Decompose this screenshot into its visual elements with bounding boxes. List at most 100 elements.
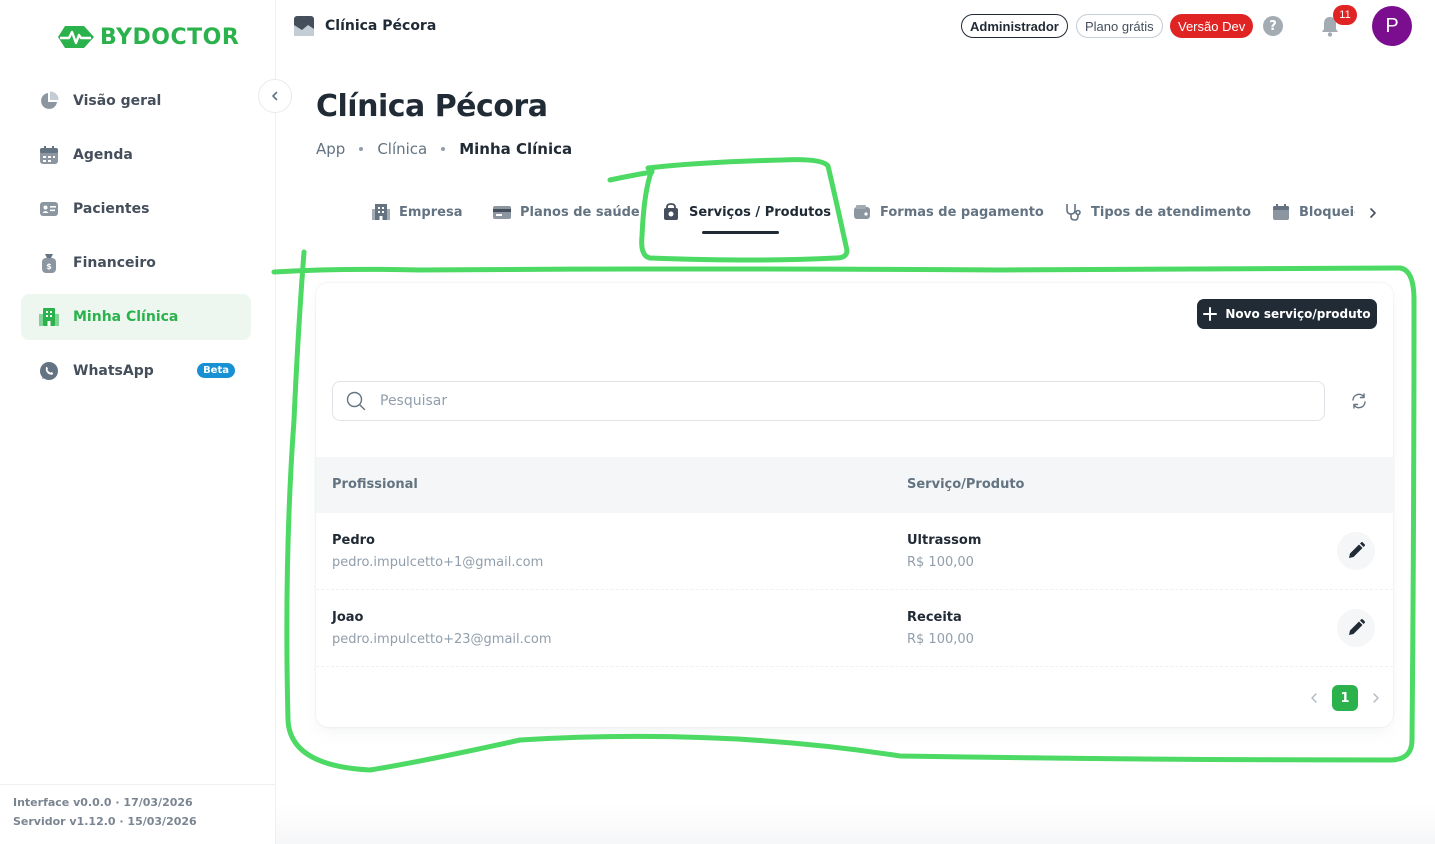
sidebar-item-whatsapp[interactable]: WhatsApp Beta xyxy=(21,348,251,394)
pencil-icon xyxy=(1349,619,1365,635)
sidebar-item-label: Agenda xyxy=(73,147,133,163)
table-row[interactable]: Joao pedro.impulcetto+23@gmail.com Recei… xyxy=(316,590,1393,667)
chevron-left-icon xyxy=(272,91,278,101)
tab-tipos-de-atendimento[interactable]: Tipos de atendimento xyxy=(1064,196,1251,228)
professional-email: pedro.impulcetto+1@gmail.com xyxy=(332,555,544,570)
pagination: 1 xyxy=(1306,685,1384,711)
service-price: R$ 100,00 xyxy=(907,555,974,570)
sidebar-item-label: Minha Clínica xyxy=(73,309,179,325)
sidebar-item-visao-geral[interactable]: Visão geral xyxy=(21,78,251,124)
page-title: Clínica Pécora xyxy=(316,89,548,124)
breadcrumb-separator xyxy=(359,147,364,151)
id-card-icon xyxy=(38,198,60,220)
sidebar-nav: Visão geral Agenda Pacientes $ Financeir… xyxy=(21,78,251,402)
service-price: R$ 100,00 xyxy=(907,632,974,647)
edit-button[interactable] xyxy=(1337,532,1375,570)
new-service-label: Novo serviço/produto xyxy=(1225,307,1371,321)
tab-label: Serviços / Produtos xyxy=(689,204,832,220)
svg-text:$: $ xyxy=(46,262,52,271)
breadcrumb-current: Minha Clínica xyxy=(459,140,573,158)
chevron-right-icon xyxy=(1373,693,1379,703)
role-badge[interactable]: Administrador xyxy=(961,14,1068,38)
search-icon xyxy=(346,391,366,411)
money-bag-icon: $ xyxy=(38,252,60,274)
card-icon xyxy=(493,206,511,219)
clinic-switcher[interactable]: Clínica Pécora xyxy=(294,16,436,36)
breadcrumb: App Clínica Minha Clínica xyxy=(316,140,572,158)
tabs-scroll-right-button[interactable] xyxy=(1363,203,1383,223)
sidebar-item-label: Visão geral xyxy=(73,93,162,109)
breadcrumb-clinica[interactable]: Clínica xyxy=(377,140,427,158)
calendar-icon xyxy=(1273,204,1289,220)
prev-page-button[interactable] xyxy=(1306,688,1322,708)
building-icon xyxy=(38,306,60,328)
help-icon: ? xyxy=(1263,16,1283,36)
tab-label: Formas de pagamento xyxy=(880,204,1044,220)
beta-badge: Beta xyxy=(197,363,235,378)
chevron-right-icon xyxy=(1370,208,1376,218)
sidebar-item-label: WhatsApp xyxy=(73,363,154,379)
tab-formas-de-pagamento[interactable]: Formas de pagamento xyxy=(853,196,1044,228)
refresh-icon xyxy=(1352,393,1366,409)
professional-name: Joao xyxy=(332,610,364,625)
tab-label: Tipos de atendimento xyxy=(1091,204,1252,220)
tab-empresa[interactable]: Empresa xyxy=(372,196,462,228)
topbar: Clínica Pécora Administrador Plano gráti… xyxy=(276,0,1435,52)
bottom-shadow xyxy=(276,804,1435,844)
wallet-icon xyxy=(854,205,870,219)
search-input[interactable] xyxy=(380,393,1280,409)
brand-name: BYDOCTOR xyxy=(100,24,240,50)
service-name: Ultrassom xyxy=(907,533,982,548)
table-row[interactable]: Pedro pedro.impulcetto+1@gmail.com Ultra… xyxy=(316,513,1393,590)
app-title: Clínica Pécora xyxy=(325,18,437,34)
server-version: Servidor v1.12.0 · 15/03/2026 xyxy=(13,815,197,828)
avatar[interactable]: P xyxy=(1372,6,1412,46)
tab-label: Empresa xyxy=(399,204,463,220)
breadcrumb-separator xyxy=(441,147,446,151)
search-box xyxy=(332,381,1325,421)
version-badge[interactable]: Versão Dev xyxy=(1170,14,1254,38)
professional-email: pedro.impulcetto+23@gmail.com xyxy=(332,632,552,647)
calendar-icon xyxy=(38,144,60,166)
next-page-button[interactable] xyxy=(1368,688,1384,708)
tab-planos-de-saude[interactable]: Planos de saúde xyxy=(493,196,640,228)
help-button[interactable]: ? xyxy=(1254,7,1292,45)
column-header-servico[interactable]: Serviço/Produto xyxy=(907,477,1024,492)
stethoscope-icon xyxy=(1066,204,1081,221)
building-icon xyxy=(372,204,390,220)
whatsapp-icon xyxy=(38,360,60,382)
bag-icon xyxy=(664,203,678,220)
tab-servicos-produtos[interactable]: Serviços / Produtos xyxy=(662,196,831,228)
sidebar-item-label: Financeiro xyxy=(73,255,156,271)
sidebar: BYDOCTOR Visão geral Agenda Pacientes $ … xyxy=(0,0,276,844)
column-header-profissional[interactable]: Profissional xyxy=(332,477,418,492)
image-icon xyxy=(294,16,314,36)
sidebar-item-minha-clinica[interactable]: Minha Clínica xyxy=(21,294,251,340)
sidebar-collapse-button[interactable] xyxy=(258,79,292,113)
new-service-button[interactable]: Novo serviço/produto xyxy=(1197,299,1377,329)
tab-label: Planos de saúde xyxy=(520,204,640,220)
heart-pulse-icon xyxy=(58,26,94,48)
sidebar-item-agenda[interactable]: Agenda xyxy=(21,132,251,178)
notifications-button[interactable]: 11 xyxy=(1311,5,1357,45)
page-number[interactable]: 1 xyxy=(1332,685,1358,711)
sidebar-item-financeiro[interactable]: $ Financeiro xyxy=(21,240,251,286)
refresh-button[interactable] xyxy=(1342,384,1376,418)
active-tab-indicator xyxy=(702,231,779,234)
brand-logo[interactable]: BYDOCTOR xyxy=(56,22,239,52)
pencil-icon xyxy=(1349,542,1365,558)
notification-count: 11 xyxy=(1333,5,1357,25)
pie-chart-icon xyxy=(38,90,60,112)
plan-badge[interactable]: Plano grátis xyxy=(1076,14,1163,38)
tab-bloqueios[interactable]: Bloqueios xyxy=(1272,196,1355,228)
edit-button[interactable] xyxy=(1337,609,1375,647)
plus-icon xyxy=(1203,307,1218,321)
service-name: Receita xyxy=(907,610,962,625)
breadcrumb-app[interactable]: App xyxy=(316,140,345,158)
sidebar-item-label: Pacientes xyxy=(73,201,150,217)
sidebar-item-pacientes[interactable]: Pacientes xyxy=(21,186,251,232)
services-card: Novo serviço/produto Profissional Serviç… xyxy=(316,283,1393,727)
settings-tabs: Empresa Planos de saúde Serviços / Produ… xyxy=(372,196,1355,236)
interface-version: Interface v0.0.0 · 17/03/2026 xyxy=(13,796,193,809)
table-header: Profissional Serviço/Produto xyxy=(316,457,1393,513)
